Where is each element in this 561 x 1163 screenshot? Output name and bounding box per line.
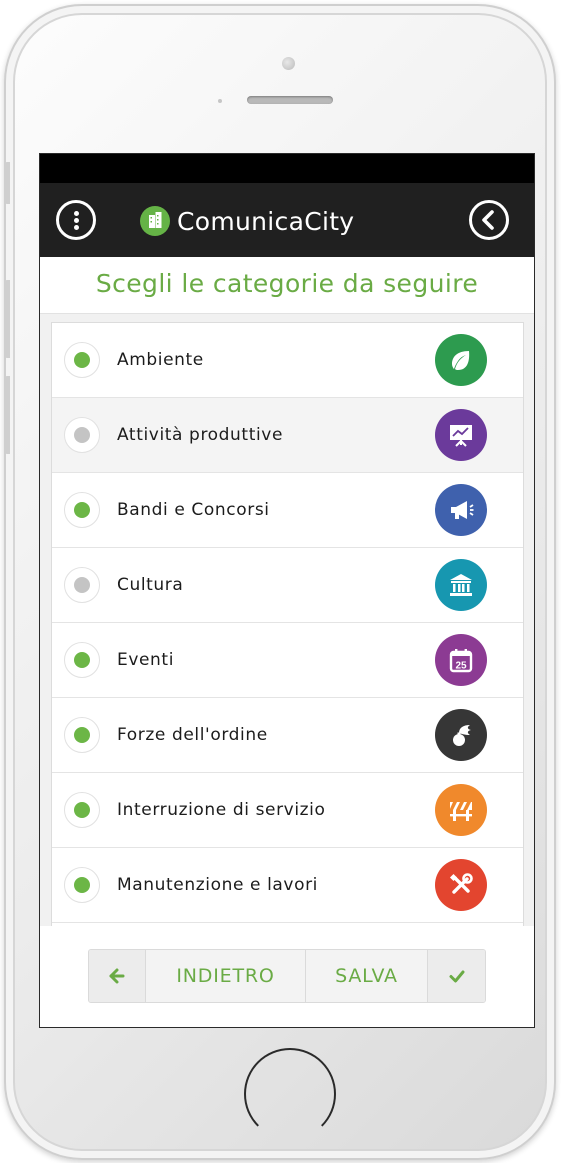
- road-barrier-icon: [435, 784, 487, 836]
- confirm-button[interactable]: [428, 950, 485, 1002]
- page-title: Scegli le categorie da seguire: [95, 269, 479, 298]
- selected-indicator: [74, 727, 90, 743]
- category-row[interactable]: Manutenzione e lavori: [52, 848, 523, 923]
- action-button-group: INDIETRO SALVA: [88, 949, 486, 1003]
- category-list[interactable]: Ambiente Attività produttive Bandi e Conco…: [51, 322, 524, 927]
- status-bar: [40, 154, 534, 183]
- tools-icon: [435, 859, 487, 911]
- indietro-button[interactable]: INDIETRO: [146, 950, 306, 1002]
- museum-icon: [435, 559, 487, 611]
- volume-up-button: [4, 280, 10, 358]
- category-toggle[interactable]: [64, 567, 100, 603]
- category-label: Manutenzione e lavori: [117, 875, 318, 895]
- category-label: Forze dell'ordine: [117, 725, 268, 745]
- category-toggle[interactable]: [64, 492, 100, 528]
- category-label: Attività produttive: [117, 425, 284, 445]
- back-arrow-button[interactable]: [89, 950, 146, 1002]
- selected-indicator: [74, 352, 90, 368]
- category-toggle[interactable]: [64, 417, 100, 453]
- app-logo: ComunicaCity: [140, 204, 354, 238]
- megaphone-icon: [435, 484, 487, 536]
- category-toggle[interactable]: [64, 867, 100, 903]
- selected-indicator: [74, 652, 90, 668]
- footer-actions: INDIETRO SALVA: [40, 926, 534, 1027]
- volume-down-button: [4, 376, 10, 454]
- category-row[interactable]: Attività produttive: [52, 398, 523, 473]
- check-icon: [449, 970, 464, 983]
- category-row[interactable]: Cultura: [52, 548, 523, 623]
- category-label: Interruzione di servizio: [117, 800, 326, 820]
- selected-indicator: [74, 877, 90, 893]
- city-buildings-icon: [140, 206, 170, 236]
- app-screen: ComunicaCity Scegli le categorie da segu…: [39, 153, 535, 1028]
- menu-button[interactable]: [56, 200, 96, 240]
- unselected-indicator: [74, 577, 90, 593]
- presentation-chart-icon: [435, 409, 487, 461]
- category-label: Ambiente: [117, 350, 204, 370]
- category-toggle[interactable]: [64, 717, 100, 753]
- category-label: Eventi: [117, 650, 175, 670]
- calendar-icon: 25: [435, 634, 487, 686]
- selected-indicator: [74, 502, 90, 518]
- category-label: Cultura: [117, 575, 184, 595]
- leaf-icon: [435, 334, 487, 386]
- salva-button[interactable]: SALVA: [306, 950, 428, 1002]
- back-button[interactable]: [469, 200, 509, 240]
- category-row[interactable]: Ambiente: [52, 323, 523, 398]
- category-toggle[interactable]: [64, 642, 100, 678]
- app-header: ComunicaCity: [40, 183, 534, 257]
- category-row[interactable]: Interruzione di servizio: [52, 773, 523, 848]
- category-toggle[interactable]: [64, 342, 100, 378]
- unselected-indicator: [74, 427, 90, 443]
- police-hat-icon: [435, 709, 487, 761]
- arrow-left-icon: [109, 968, 125, 984]
- earpiece-speaker: [247, 96, 333, 104]
- selected-indicator: [74, 802, 90, 818]
- category-row[interactable]: Bandi e Concorsi: [52, 473, 523, 548]
- category-label: Bandi e Concorsi: [117, 500, 270, 520]
- category-list-container: Ambiente Attività produttive Bandi e Conco…: [40, 314, 534, 927]
- indietro-label: INDIETRO: [176, 965, 275, 987]
- svg-text:25: 25: [455, 661, 467, 672]
- page-header: Scegli le categorie da seguire: [40, 257, 534, 314]
- category-toggle[interactable]: [64, 792, 100, 828]
- category-row[interactable]: Forze dell'ordine: [52, 698, 523, 773]
- front-camera: [282, 57, 295, 70]
- mute-switch: [4, 162, 10, 204]
- proximity-sensor: [218, 99, 222, 103]
- home-button[interactable]: [244, 1048, 336, 1140]
- category-row[interactable]: Eventi 25: [52, 623, 523, 698]
- app-name: ComunicaCity: [177, 206, 355, 236]
- salva-label: SALVA: [335, 965, 398, 987]
- chevron-left-icon: [482, 210, 494, 230]
